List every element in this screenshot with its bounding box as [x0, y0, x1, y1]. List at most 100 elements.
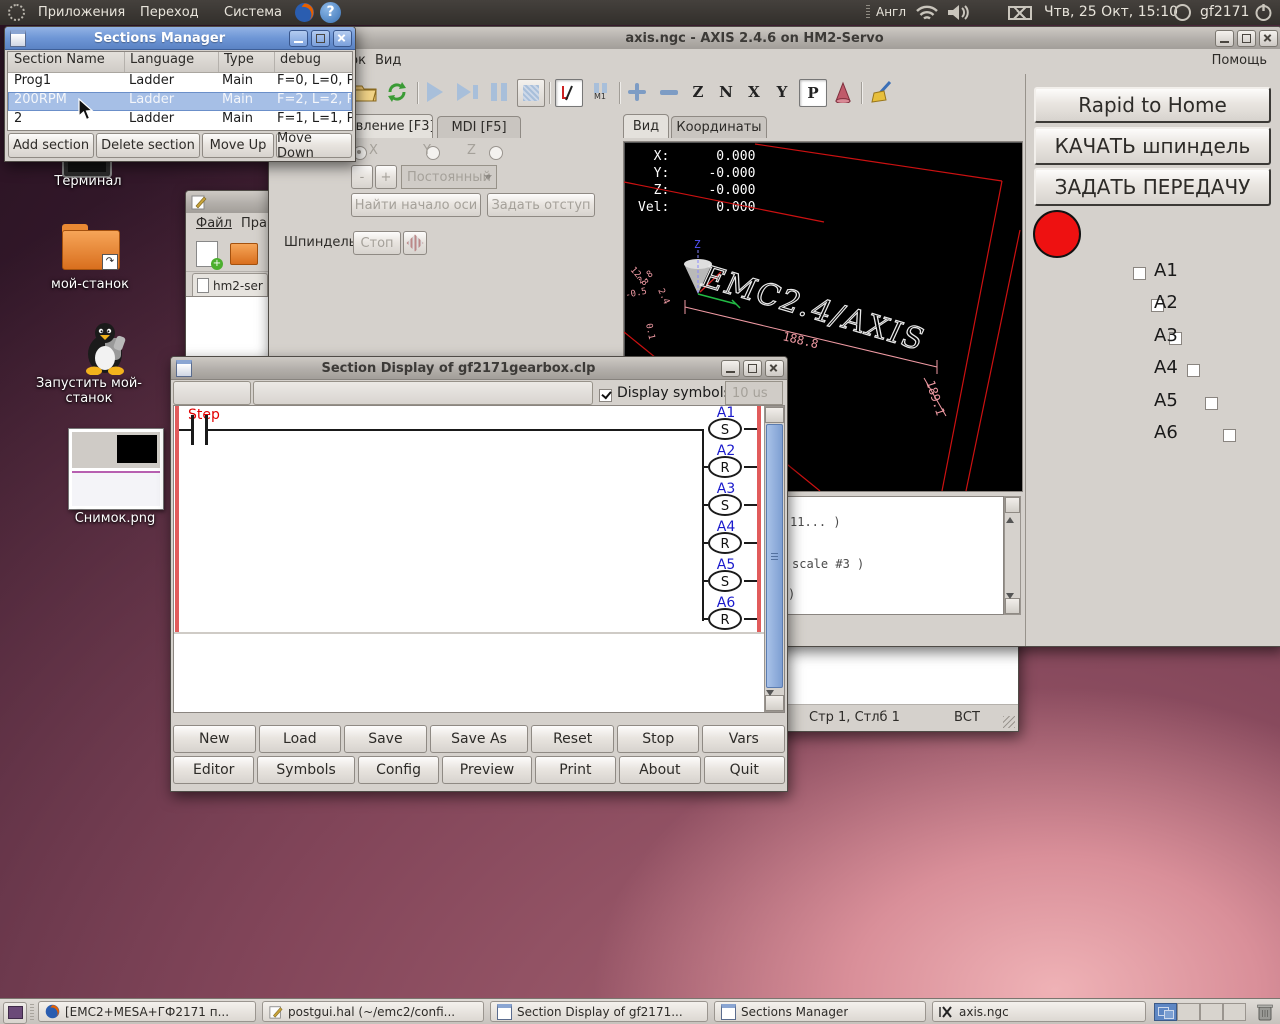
minimize-button[interactable]	[1215, 30, 1234, 47]
axis-titlebar[interactable]: axis.ngc - AXIS 2.4.6 on HM2-Servo	[269, 27, 1280, 50]
add-section-button[interactable]: Add section	[8, 133, 94, 158]
scroll-up-arrow[interactable]	[765, 407, 784, 423]
jog-plus-button[interactable]: +	[375, 165, 397, 189]
workspace-3[interactable]	[1200, 1003, 1223, 1021]
new-document-icon[interactable]: +	[196, 241, 218, 267]
spindle-stop-button[interactable]: Стоп	[353, 231, 401, 255]
jog-minus-button[interactable]: -	[351, 165, 373, 189]
skip-block-icon[interactable]	[555, 79, 583, 107]
section-field-1[interactable]	[173, 381, 251, 405]
sections-manager-titlebar[interactable]: Sections Manager	[5, 27, 355, 50]
menu-places[interactable]: Переход	[132, 0, 207, 25]
about-button[interactable]: About	[619, 756, 700, 784]
close-button[interactable]	[1259, 30, 1278, 47]
coil-reset[interactable]: R	[708, 608, 742, 630]
view-x-icon[interactable]: X	[743, 79, 765, 105]
view-perspective-icon[interactable]: P	[799, 79, 827, 107]
a1-checkbox[interactable]	[1133, 267, 1146, 280]
new-button[interactable]: New	[173, 725, 256, 753]
table-row-selected[interactable]: 200RPM Ladder Main F=2, L=2, P=	[8, 92, 352, 111]
scroll-up-arrow[interactable]	[1005, 497, 1020, 513]
optional-stop-icon[interactable]: M1	[587, 79, 613, 105]
symbols-button[interactable]: Symbols	[257, 756, 354, 784]
vars-button[interactable]: Vars	[702, 725, 785, 753]
network-wifi-icon[interactable]	[915, 4, 939, 22]
coil-reset[interactable]: R	[708, 532, 742, 554]
trash-icon[interactable]	[1256, 1002, 1274, 1022]
taskbar-item-axis[interactable]: axis.ngc	[932, 1001, 1146, 1022]
minimize-button[interactable]	[289, 30, 308, 47]
column-header-debug[interactable]: debug	[275, 52, 352, 72]
desktop-icon-label[interactable]: Снимок.png	[60, 511, 170, 526]
menu-system[interactable]: Система	[216, 0, 290, 25]
save-as-button[interactable]: Save As	[430, 725, 529, 753]
tab-dro[interactable]: Координаты	[671, 116, 767, 138]
view-z-icon[interactable]: Z	[687, 79, 709, 105]
section-display-titlebar[interactable]: Section Display of gf2171gearbox.clp	[171, 357, 787, 380]
coil-reset[interactable]: R	[708, 456, 742, 478]
config-button[interactable]: Config	[358, 756, 439, 784]
gcode-scrollbar[interactable]	[1004, 496, 1021, 615]
table-row[interactable]: 2 Ladder Main F=1, L=1, P=	[8, 111, 352, 130]
keyboard-layout-indicator[interactable]: Англ	[876, 5, 906, 19]
print-button[interactable]: Print	[535, 756, 616, 784]
display-symbols-checkbox[interactable]	[599, 389, 612, 402]
quit-button[interactable]: Quit	[704, 756, 785, 784]
rapid-to-home-button[interactable]: Rapid to Home	[1034, 87, 1271, 123]
tab-preview[interactable]: Вид	[623, 114, 669, 138]
workspace-2[interactable]	[1177, 1003, 1200, 1021]
taskbar-item-firefox[interactable]: [EMC2+MESA+ГФ2171 п...	[38, 1001, 256, 1022]
move-down-button[interactable]: Move Down	[276, 133, 352, 158]
load-button[interactable]: Load	[259, 725, 342, 753]
desktop-icon-launch-machine[interactable]	[75, 320, 135, 375]
taskbar-item-sections-manager[interactable]: Sections Manager	[714, 1001, 926, 1022]
close-button[interactable]	[765, 360, 784, 377]
open-file-icon[interactable]	[353, 79, 377, 105]
column-header-language[interactable]: Language	[125, 52, 219, 72]
desktop-icon-label[interactable]: Терминал	[38, 174, 138, 189]
ladder-viewport[interactable]: Step A1 S A2 R A3 S A4 R A5	[173, 405, 785, 713]
table-row[interactable]: Prog1 Ladder Main F=0, L=0, P=	[8, 73, 352, 92]
taskbar-item-section-display[interactable]: Section Display of gf2171...	[490, 1001, 708, 1022]
menu-view[interactable]: Вид	[375, 53, 401, 68]
set-offset-button[interactable]: Задать отступ	[487, 193, 595, 217]
reload-icon[interactable]	[385, 79, 409, 105]
tab-mdi[interactable]: MDI [F5]	[437, 116, 521, 138]
coil-set[interactable]: S	[708, 570, 742, 592]
resize-grip[interactable]	[1003, 716, 1015, 728]
zoom-in-icon[interactable]	[625, 79, 649, 105]
a4-checkbox[interactable]	[1187, 364, 1200, 377]
set-gear-button[interactable]: ЗАДАТЬ ПЕРЕДАЧУ	[1034, 168, 1271, 206]
spindle-brake-button[interactable]	[403, 231, 427, 255]
save-button[interactable]: Save	[344, 725, 427, 753]
minimize-button[interactable]	[721, 360, 740, 377]
menu-applications[interactable]: Приложения	[30, 0, 133, 25]
zoom-out-icon[interactable]	[657, 79, 681, 105]
ladder-scrollbar[interactable]	[764, 406, 785, 712]
show-desktop-button[interactable]	[3, 1002, 27, 1024]
gedit-menu-file[interactable]: Файл	[196, 216, 232, 231]
firefox-launcher-icon[interactable]	[294, 2, 315, 23]
view-y-icon[interactable]: Y	[771, 79, 793, 105]
reset-button[interactable]: Reset	[531, 725, 614, 753]
delete-section-button[interactable]: Delete section	[96, 133, 200, 158]
distributor-logo-icon[interactable]	[8, 4, 25, 21]
scroll-down-arrow[interactable]	[1005, 598, 1020, 614]
open-document-icon[interactable]	[230, 243, 258, 265]
gedit-menu-edit[interactable]: Пра	[241, 216, 267, 231]
coil-set[interactable]: S	[708, 494, 742, 516]
stop-icon[interactable]	[517, 79, 545, 107]
editor-button[interactable]: Editor	[173, 756, 254, 784]
maximize-button[interactable]	[311, 30, 330, 47]
scrollbar-thumb[interactable]	[766, 424, 783, 688]
home-axis-button[interactable]: Найти начало оси	[351, 193, 481, 217]
column-header-type[interactable]: Type	[219, 52, 275, 72]
workspace-1-active[interactable]	[1154, 1003, 1177, 1021]
menu-help[interactable]: Помощь	[1212, 53, 1267, 68]
user-menu-icon[interactable]	[1174, 4, 1191, 21]
mail-notification-icon[interactable]	[1008, 6, 1032, 20]
stop-button[interactable]: Stop	[617, 725, 700, 753]
column-header-section-name[interactable]: Section Name	[8, 52, 125, 72]
a5-checkbox[interactable]	[1205, 397, 1218, 410]
jog-mode-combobox[interactable]: Постоянный	[401, 165, 497, 189]
